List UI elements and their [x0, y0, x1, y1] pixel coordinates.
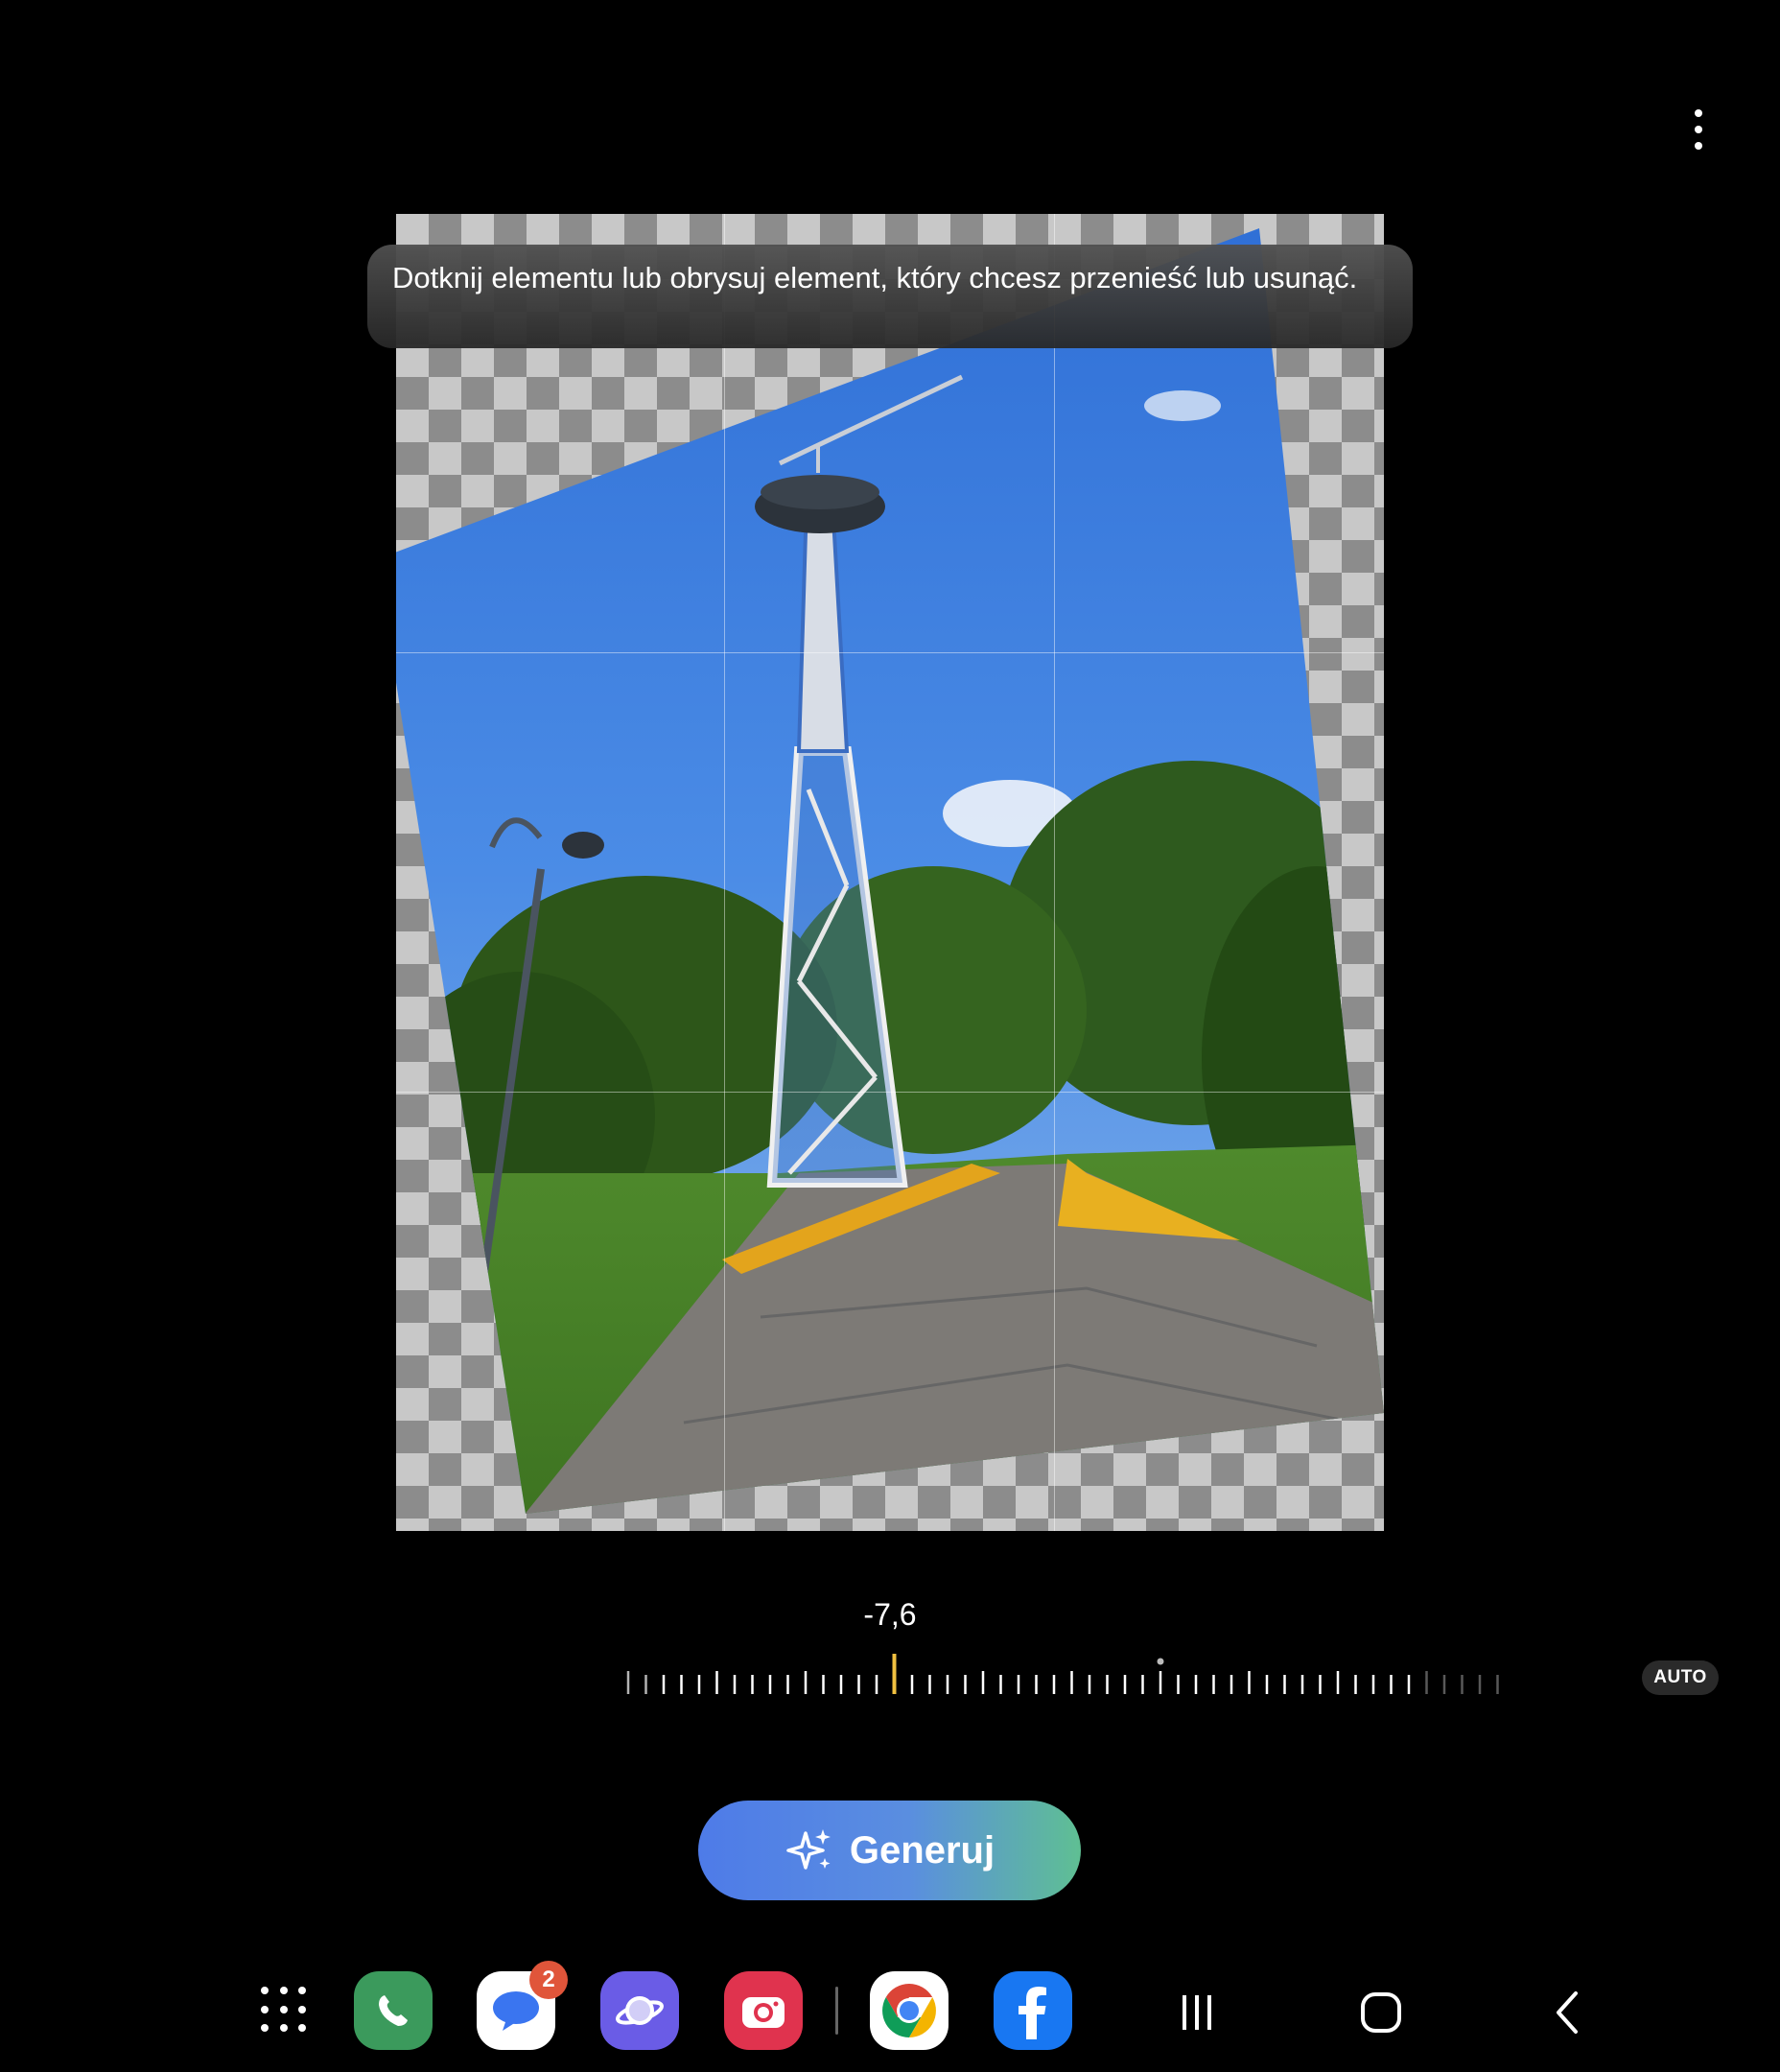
photo-content — [396, 228, 1384, 1514]
angle-value: -7,6 — [863, 1597, 917, 1632]
sparkle-icon — [786, 1829, 831, 1870]
dock-divider — [835, 1987, 838, 2035]
more-dot — [1695, 142, 1702, 150]
auto-straighten-button[interactable]: AUTO — [1642, 1660, 1719, 1695]
phone-glyph — [379, 1995, 408, 2026]
facebook-f-glyph — [1019, 1987, 1046, 2039]
home-icon[interactable] — [1352, 1984, 1410, 2041]
back-icon[interactable] — [1539, 1984, 1597, 2041]
chrome-app-icon[interactable] — [870, 1971, 949, 2050]
generate-label: Generuj — [849, 1828, 995, 1872]
back-glyph — [1557, 1991, 1578, 2034]
planet-glyph — [616, 1996, 664, 2025]
phone-app-icon[interactable] — [354, 1971, 433, 2050]
crop-grid-line — [396, 652, 1384, 653]
facebook-app-icon[interactable] — [994, 1971, 1072, 2050]
chrome-glyph — [882, 1984, 936, 2037]
hint-text: Dotknij elementu lub obrysuj element, kt… — [392, 261, 1358, 294]
hint-toast: Dotknij elementu lub obrysuj element, kt… — [367, 245, 1413, 348]
ruler-zero-dot — [1157, 1658, 1164, 1665]
more-options-icon[interactable] — [1670, 101, 1727, 158]
photo-canvas[interactable] — [396, 214, 1384, 1531]
crop-grid-line — [1054, 214, 1055, 1531]
more-dot — [1695, 109, 1702, 117]
straighten-ruler[interactable] — [614, 1650, 1506, 1698]
generate-button[interactable]: Generuj — [698, 1801, 1081, 1900]
samsung-internet-app-icon[interactable] — [600, 1971, 679, 2050]
crop-grid-line — [396, 1092, 1384, 1093]
home-glyph — [1361, 1992, 1401, 2033]
apps-grid-icon[interactable] — [261, 1987, 309, 2035]
more-dot — [1695, 126, 1702, 133]
rotated-photo — [396, 228, 1384, 1514]
camera-app-icon[interactable] — [724, 1971, 803, 2050]
camera-glyph — [742, 1997, 785, 2028]
recents-glyph — [1183, 1995, 1211, 2030]
recents-icon[interactable] — [1168, 1984, 1226, 2041]
crop-grid-line — [724, 214, 725, 1531]
messages-badge: 2 — [529, 1961, 568, 1999]
